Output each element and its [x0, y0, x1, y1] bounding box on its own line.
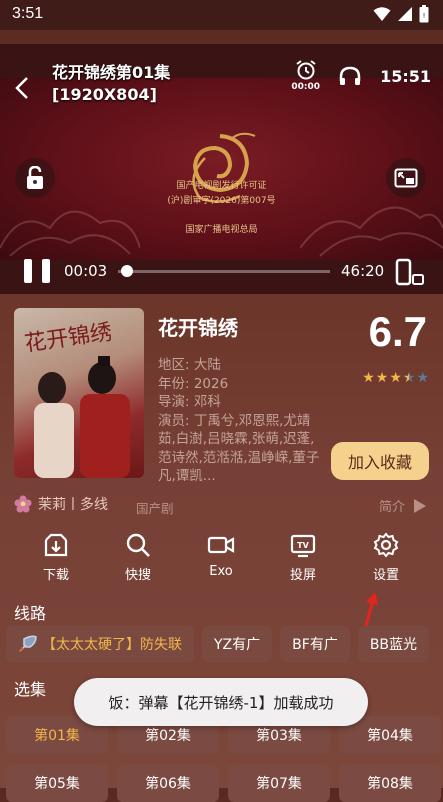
- toast-message: 饭：弹幕【花开锦绣-1】加载成功: [74, 678, 368, 726]
- svg-text:!: !: [423, 12, 426, 20]
- genre-label: 国产剧: [136, 501, 174, 516]
- quick-search-button[interactable]: 快搜: [108, 532, 168, 583]
- quick-search-label: 快搜: [124, 568, 151, 583]
- poster-figures: [34, 356, 130, 478]
- route-item[interactable]: BB蓝光: [357, 626, 430, 662]
- poster-image: 花开锦绣: [14, 308, 144, 478]
- route-item[interactable]: 【太太太硬了】防失联: [6, 626, 194, 662]
- route-item[interactable]: YZ有广: [202, 626, 273, 662]
- episode-item[interactable]: 第05集: [6, 764, 108, 802]
- route-item[interactable]: BF有广: [280, 626, 350, 662]
- route-label: BF有广: [292, 637, 338, 653]
- rating-stars: ★ ★ ★ ★ ★: [362, 370, 429, 386]
- clock-time: 15:51: [380, 66, 431, 86]
- svg-text:TV: TV: [297, 541, 309, 550]
- rotate-screen-icon[interactable]: [395, 258, 425, 286]
- episode-title: 花开锦绣第01集: [52, 63, 171, 82]
- status-bar: 3:51 !: [0, 0, 443, 30]
- alarm-timer[interactable]: 00:00: [291, 60, 320, 92]
- current-time: 00:03: [64, 262, 108, 280]
- star-full-icon: ★: [362, 370, 375, 386]
- total-time: 46:20: [341, 262, 385, 280]
- gear-icon: [373, 532, 399, 558]
- status-time: 3:51: [12, 5, 44, 22]
- cast-screen-button[interactable]: TV 投屏: [273, 532, 333, 583]
- lock-button[interactable]: [15, 158, 55, 198]
- intro-label: 简介: [378, 500, 405, 515]
- resolution-label: [1920X804]: [52, 85, 157, 104]
- player-title: 花开锦绣第01集 [1920X804]: [52, 62, 170, 106]
- cast: 演员: 丁禹兮,邓恩熙,尤靖茹,白澍,吕晓霖,张萌,迟蓬,范诗然,范湉湉,温峥嵘…: [158, 412, 320, 485]
- flower-icon: [14, 495, 32, 513]
- video-camera-icon: [207, 536, 235, 554]
- route-label: YZ有广: [214, 637, 261, 653]
- episode-item[interactable]: 第06集: [117, 764, 219, 802]
- exo-button[interactable]: Exo: [191, 532, 251, 579]
- search-icon: [126, 533, 150, 557]
- player-controls: 00:03 46:20: [0, 250, 443, 290]
- star-empty-icon: ★: [416, 370, 429, 386]
- battery-icon: !: [419, 5, 429, 23]
- add-favorite-button[interactable]: 加入收藏: [331, 442, 429, 480]
- unlock-icon: [27, 166, 43, 189]
- alarm-time: 00:00: [291, 82, 321, 92]
- source-label: 茉莉丨多线: [38, 497, 108, 513]
- headphones-icon[interactable]: [338, 65, 362, 87]
- download-icon: [44, 533, 68, 557]
- director: 导演: 邓科: [158, 394, 221, 410]
- rocket-icon: [19, 635, 37, 652]
- episode-item[interactable]: 第08集: [339, 764, 441, 802]
- region: 地区: 大陆: [158, 357, 221, 373]
- route-list: 【太太太硬了】防失联 YZ有广 BF有广 BB蓝光: [6, 626, 430, 662]
- episodes-label: 选集: [14, 680, 47, 699]
- routes-label: 线路: [14, 604, 47, 623]
- action-bar: 下载 快搜 Exo TV 投屏 设置: [0, 532, 443, 592]
- show-title: 花开锦绣: [158, 316, 238, 340]
- pause-icon[interactable]: [22, 258, 52, 284]
- episode-item[interactable]: 第07集: [228, 764, 330, 802]
- picture-in-picture-icon: [394, 168, 418, 188]
- year: 年份: 2026: [158, 375, 229, 392]
- license-line-1: 国产电视剧发行许可证: [176, 181, 267, 191]
- settings-button[interactable]: 设置: [356, 532, 416, 583]
- download-label: 下载: [42, 568, 69, 583]
- back-icon[interactable]: [14, 76, 30, 100]
- route-label: BB蓝光: [369, 637, 418, 653]
- settings-label: 设置: [372, 568, 399, 583]
- wifi-icon: [373, 7, 391, 21]
- show-meta: 地区: 大陆 年份: 2026 导演: 邓科 演员: 丁禹兮,邓恩熙,尤靖茹,白…: [158, 356, 323, 486]
- play-triangle-icon: [414, 498, 426, 513]
- route-label: 【太太太硬了】防失联: [42, 637, 182, 653]
- star-half-icon: ★: [402, 370, 416, 386]
- signal-icon: [398, 7, 412, 21]
- alarm-clock-icon: [296, 60, 316, 80]
- pip-button[interactable]: [386, 158, 426, 198]
- source-selector[interactable]: 茉莉丨多线: [14, 494, 108, 514]
- star-full-icon: ★: [375, 370, 389, 386]
- video-player[interactable]: 国产电视剧发行许可证 (沪)剧审字(2026)第007号 国家广播电视总局 花开…: [0, 44, 443, 294]
- license-line-3: 国家广播电视总局: [185, 225, 258, 235]
- seek-handle[interactable]: [121, 265, 133, 277]
- star-full-icon: ★: [389, 370, 402, 386]
- download-button[interactable]: 下载: [26, 532, 86, 583]
- seek-bar[interactable]: [118, 265, 330, 277]
- license-line-2: (沪)剧审字(2026)第007号: [167, 196, 276, 206]
- cast-screen-label: 投屏: [289, 568, 316, 583]
- exo-label: Exo: [209, 564, 233, 579]
- intro-button[interactable]: 简介: [379, 496, 427, 515]
- tv-cast-icon: TV: [290, 534, 316, 558]
- rating-score: 6.7: [368, 308, 427, 355]
